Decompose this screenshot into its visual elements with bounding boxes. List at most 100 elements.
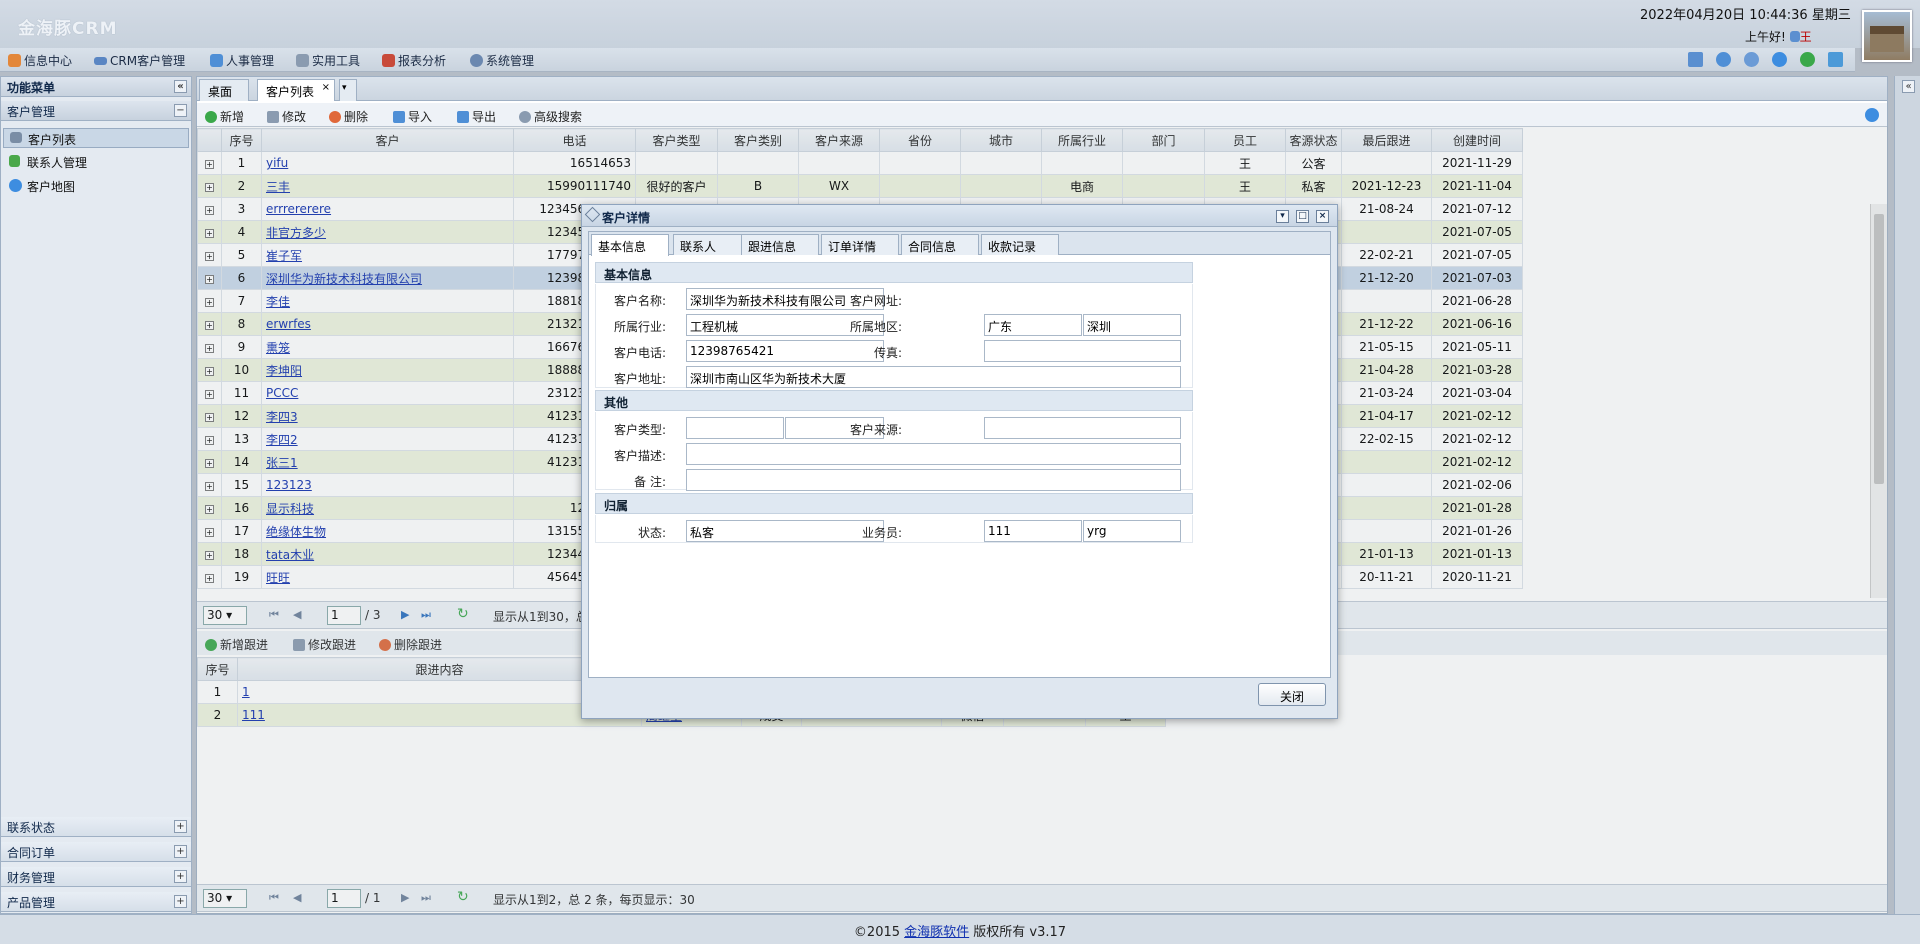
- nav-customer-map[interactable]: 客户地图: [3, 176, 189, 196]
- help-shortcut-icon[interactable]: [1772, 52, 1787, 67]
- expand-right-button[interactable]: «: [1902, 80, 1915, 93]
- user-icon: [1789, 31, 1800, 42]
- group-finance[interactable]: 财务管理 +: [1, 867, 191, 887]
- edit-button[interactable]: 修改: [267, 108, 306, 125]
- menu-panel-header: 功能菜单 «: [1, 77, 191, 97]
- group-products[interactable]: 产品管理 +: [1, 892, 191, 912]
- menu-hr[interactable]: 人事管理: [210, 52, 274, 69]
- tools-icon: [296, 54, 309, 67]
- dtab-contracts[interactable]: 合同信息: [901, 234, 979, 255]
- label-industry: 所属行业:: [613, 320, 666, 334]
- home-icon: [10, 132, 22, 143]
- main-menu-bar: 信息中心 CRM客户管理 人事管理 实用工具 报表分析 系统管理: [0, 48, 1855, 72]
- dialog-collapse-icon[interactable]: ▾: [1276, 210, 1289, 223]
- footer-prefix: ©2015: [853, 925, 905, 940]
- top-header: [0, 0, 1920, 48]
- add-button[interactable]: 新增: [205, 108, 244, 125]
- group-contract-orders[interactable]: 合同订单 +: [1, 842, 191, 862]
- company-link[interactable]: 金海豚软件: [904, 925, 969, 940]
- menu-label: 实用工具: [312, 54, 361, 68]
- advanced-search-button[interactable]: 高级搜索: [519, 108, 582, 125]
- dialog-title-bar[interactable]: 客户详情 ▾ □ ×: [582, 205, 1337, 227]
- customer-detail-dialog: 客户详情 ▾ □ × 基本信息 联系人 跟进信息 订单详情 合同信息 收款记录 …: [581, 204, 1338, 719]
- dialog-maximize-icon[interactable]: □: [1296, 210, 1309, 223]
- toolbar-label: 修改: [282, 110, 307, 124]
- collapse-group-icon[interactable]: −: [174, 104, 187, 117]
- dtab-label: 收款记录: [988, 240, 1037, 254]
- tab-customer-list[interactable]: 客户列表 ×: [257, 79, 335, 101]
- menu-panel-title: 功能菜单: [7, 81, 56, 95]
- collapse-left-button[interactable]: «: [174, 80, 187, 93]
- menu-info-center[interactable]: 信息中心: [8, 52, 72, 69]
- description-field[interactable]: [686, 443, 1181, 465]
- menu-label: CRM客户管理: [110, 54, 186, 68]
- salesperson-id-field[interactable]: 111: [984, 520, 1082, 542]
- dialog-tabs: 基本信息 联系人 跟进信息 订单详情 合同信息 收款记录: [589, 232, 1330, 256]
- nav-label: 联系人管理: [27, 156, 88, 170]
- dtab-followups[interactable]: 跟进信息: [741, 234, 819, 255]
- expand-icon[interactable]: +: [174, 895, 187, 908]
- group-title: 客户管理: [7, 105, 56, 119]
- card-icon: [94, 56, 107, 65]
- address-field[interactable]: 深圳市南山区华为新技术大厦: [686, 366, 1181, 388]
- export-button[interactable]: 导出: [457, 108, 496, 125]
- dialog-title: 客户详情: [602, 211, 651, 225]
- label-address: 客户地址:: [613, 372, 666, 386]
- fax-field[interactable]: [984, 340, 1181, 362]
- footer: ©2015 金海豚软件 版权所有 v3.17: [0, 914, 1920, 944]
- close-button[interactable]: 关闭: [1258, 683, 1326, 706]
- menu-reports[interactable]: 报表分析: [382, 52, 446, 69]
- source-field[interactable]: [984, 417, 1181, 439]
- group-title: 合同订单: [7, 846, 56, 860]
- group-contact-status[interactable]: 联系状态 +: [1, 817, 191, 837]
- toolbar-label: 导入: [408, 110, 433, 124]
- menu-system[interactable]: 系统管理: [470, 52, 534, 69]
- dtab-label: 合同信息: [908, 240, 957, 254]
- tag-icon: [584, 206, 601, 223]
- menu-crm[interactable]: CRM客户管理: [94, 52, 185, 69]
- customer-type-field[interactable]: [686, 417, 784, 439]
- dtab-orders[interactable]: 订单详情: [821, 234, 899, 255]
- note-field[interactable]: [686, 469, 1181, 491]
- province-field[interactable]: 广东: [984, 314, 1082, 336]
- settings-shortcut-icon[interactable]: [1744, 52, 1759, 67]
- label-fax: 传真:: [873, 346, 902, 360]
- tab-list-dropdown[interactable]: ▾: [339, 79, 357, 101]
- menu-tools[interactable]: 实用工具: [296, 52, 360, 69]
- toolbar-label: 新增: [220, 110, 245, 124]
- close-tab-icon[interactable]: ×: [322, 82, 330, 93]
- nav-customer-list[interactable]: 客户列表: [3, 128, 189, 148]
- footer-suffix: 版权所有 v3.17: [969, 925, 1067, 940]
- nav-contacts[interactable]: 联系人管理: [3, 152, 189, 172]
- plugin-shortcut-icon[interactable]: [1800, 52, 1815, 67]
- expand-icon[interactable]: +: [174, 820, 187, 833]
- dtab-contacts[interactable]: 联系人: [673, 234, 751, 255]
- logout-shortcut-icon[interactable]: [1828, 52, 1843, 67]
- tab-desktop[interactable]: 桌面: [199, 79, 249, 101]
- add-icon: [205, 110, 217, 123]
- section-basic-info: 基本信息: [595, 262, 1193, 283]
- expand-icon[interactable]: +: [174, 870, 187, 883]
- greeting-text: 上午好!: [1745, 30, 1786, 44]
- menu-label: 系统管理: [486, 54, 535, 68]
- import-icon: [393, 110, 405, 123]
- home-shortcut-icon[interactable]: [1688, 52, 1703, 67]
- dialog-close-icon[interactable]: ×: [1316, 210, 1329, 223]
- delete-button[interactable]: 删除: [329, 108, 368, 125]
- salesperson-name-field[interactable]: yrg: [1083, 520, 1181, 542]
- city-field[interactable]: 深圳: [1083, 314, 1181, 336]
- group-customer-management[interactable]: 客户管理 −: [1, 101, 191, 121]
- search-icon: [519, 110, 531, 123]
- expand-icon[interactable]: +: [174, 845, 187, 858]
- help-icon[interactable]: [1865, 108, 1879, 122]
- import-button[interactable]: 导入: [393, 108, 432, 125]
- label-status: 状态:: [637, 526, 666, 540]
- user-shortcut-icon[interactable]: [1716, 52, 1731, 67]
- avatar[interactable]: [1862, 10, 1912, 62]
- right-collapsed-panel: «: [1894, 76, 1920, 914]
- user-name[interactable]: 王: [1800, 30, 1812, 44]
- dtab-basic-info[interactable]: 基本信息: [591, 234, 669, 256]
- dialog-body: 基本信息 联系人 跟进信息 订单详情 合同信息 收款记录 基本信息 客户名称: …: [588, 231, 1331, 678]
- export-icon: [457, 110, 469, 123]
- dtab-payments[interactable]: 收款记录: [981, 234, 1059, 255]
